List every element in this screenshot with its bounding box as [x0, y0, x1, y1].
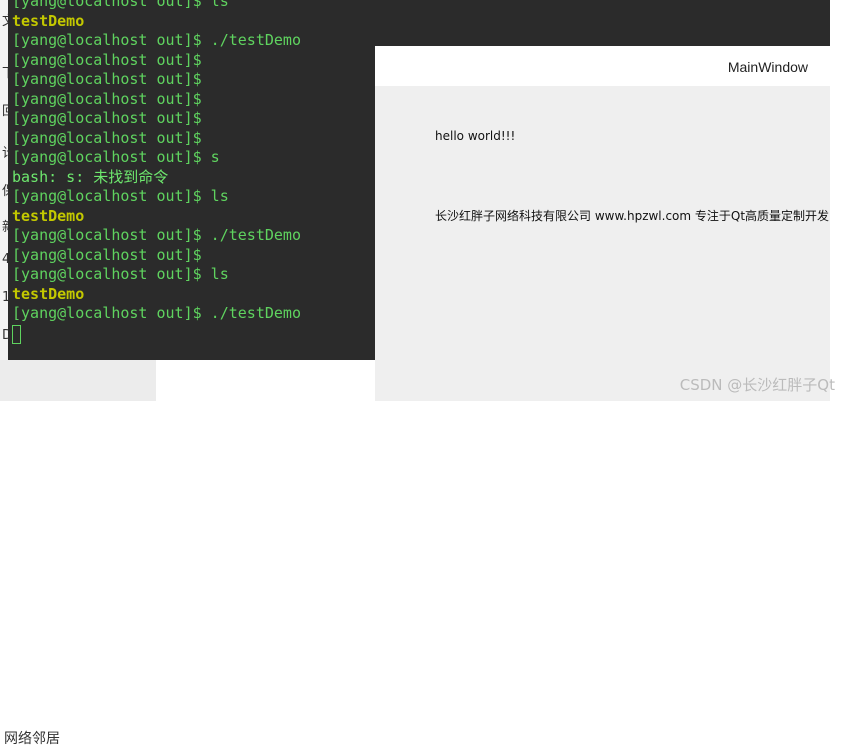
main-window: MainWindow hello world!!! 长沙红胖子网络科技有限公司 …	[375, 46, 830, 401]
terminal-line: [yang@localhost out]$ ./testDemo	[12, 304, 301, 322]
terminal-line: [yang@localhost out]$ ./testDemo	[12, 31, 301, 49]
hello-label: hello world!!!	[435, 129, 516, 143]
main-window-titlebar[interactable]: MainWindow	[375, 46, 830, 86]
terminal-line: [yang@localhost out]$	[12, 128, 202, 147]
terminal-cursor	[12, 324, 21, 344]
terminal-line: bash: s: 未找到命令	[12, 167, 169, 186]
file-manager-bottom: 网络邻居	[0, 360, 156, 747]
terminal-line: testDemo	[12, 284, 85, 303]
terminal-line: [yang@localhost out]$	[12, 50, 202, 69]
terminal-line: testDemo	[12, 206, 85, 225]
terminal-line: [yang@localhost out]$ ls	[12, 187, 229, 205]
terminal-line: testDemo	[12, 11, 85, 30]
terminal-line: [yang@localhost out]$ ls	[12, 0, 229, 10]
terminal-line: [yang@localhost out]$	[12, 109, 202, 127]
terminal-line: [yang@localhost out]$	[12, 89, 202, 108]
terminal-line: [yang@localhost out]$ ls	[12, 265, 229, 283]
terminal-window[interactable]: [yang@localhost out]$ ls testDemo [yang@lo…	[8, 0, 375, 360]
window-title: MainWindow	[727, 59, 808, 75]
terminal-line: [yang@localhost out]$ ./testDemo	[12, 226, 301, 244]
terminal-line: [yang@localhost out]$	[12, 245, 202, 264]
csdn-watermark: CSDN @长沙红胖子Qt	[679, 376, 835, 394]
terminal-line: [yang@localhost out]$ s	[12, 148, 220, 166]
terminal-line: [yang@localhost out]$	[12, 70, 202, 88]
company-label: 长沙红胖子网络科技有限公司 www.hpzwl.com 专注于Qt高质量定制开发	[435, 209, 830, 223]
network-neighborhood-label[interactable]: 网络邻居	[4, 728, 60, 748]
